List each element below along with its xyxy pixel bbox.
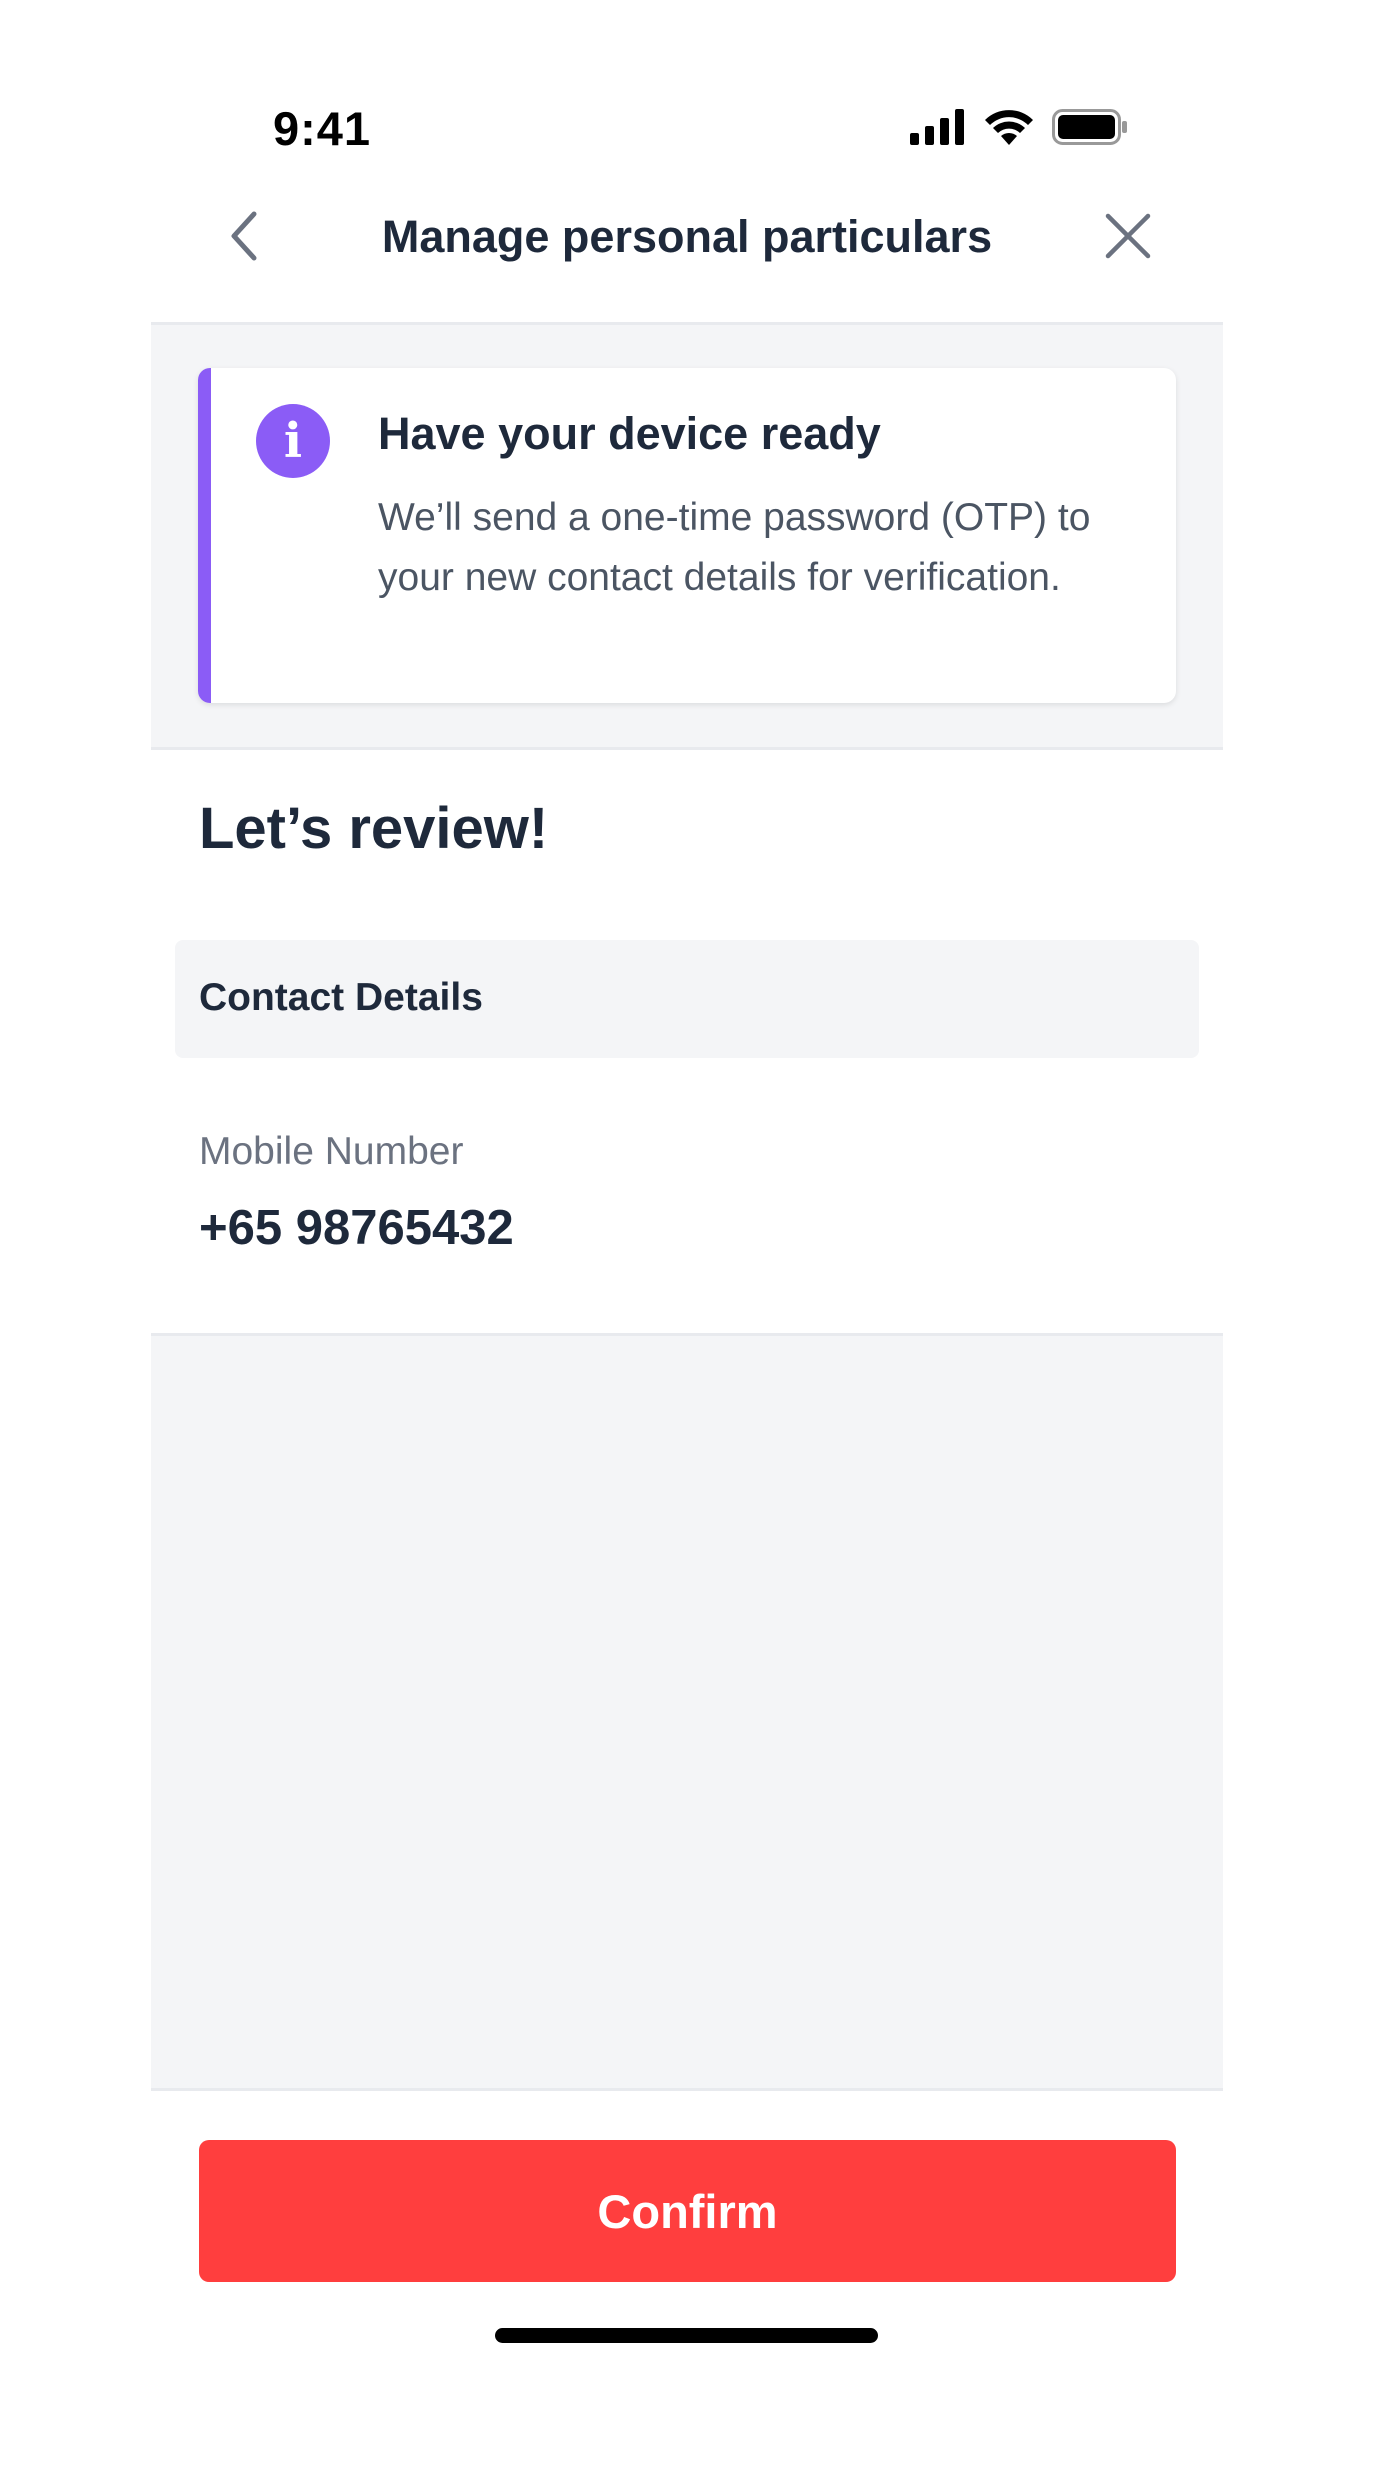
mobile-number-label: Mobile Number — [199, 1130, 464, 1173]
info-icon: i — [256, 404, 330, 478]
section-header-label: Contact Details — [199, 976, 483, 1019]
review-heading: Let’s review! — [199, 796, 549, 861]
close-button[interactable] — [1093, 203, 1163, 273]
info-body: We’ll send a one-time password (OTP) to … — [378, 496, 1091, 599]
battery-icon — [1052, 109, 1128, 150]
section-header-contact-details: Contact Details — [175, 940, 1199, 1058]
content-spacer — [151, 1333, 1223, 2091]
home-indicator — [495, 2328, 878, 2343]
info-accent-bar — [198, 368, 211, 703]
wifi-icon — [984, 109, 1034, 150]
info-banner: i Have your device ready We’ll send a on… — [198, 368, 1176, 703]
phone-screen: 9:41 Manage personal particulars i Have … — [151, 0, 1223, 2475]
confirm-button[interactable]: Confirm — [199, 2140, 1176, 2282]
status-time: 9:41 — [273, 102, 372, 155]
status-bar: 9:41 — [151, 95, 1223, 165]
status-icons — [910, 109, 1128, 150]
signal-icon — [910, 109, 966, 150]
mobile-number-value: +65 98765432 — [199, 1201, 514, 1255]
close-icon — [1104, 212, 1152, 265]
info-title: Have your device ready — [378, 408, 881, 459]
top-bar: Manage personal particulars — [151, 185, 1223, 325]
info-section: i Have your device ready We’ll send a on… — [151, 325, 1223, 750]
page-title: Manage personal particulars — [381, 211, 993, 262]
